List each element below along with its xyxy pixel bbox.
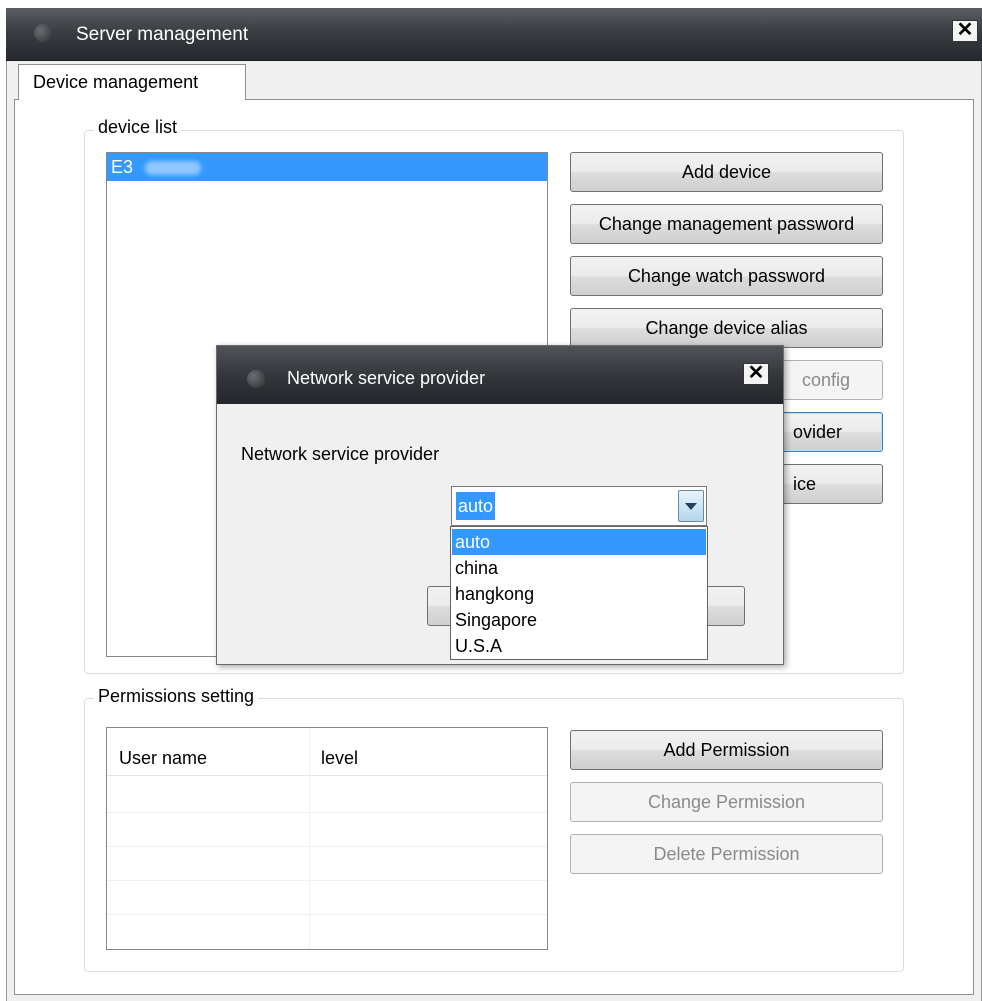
provider-option-hangkong[interactable]: hangkong [452, 581, 706, 607]
provider-option-singapore[interactable]: Singapore [452, 607, 706, 633]
change-watch-password-button[interactable]: Change watch password [570, 256, 883, 296]
close-icon[interactable]: ✕ [952, 20, 978, 42]
device-list-item-label: E3 [111, 157, 134, 177]
dialog-title: Network service provider [287, 368, 486, 388]
provider-option-china[interactable]: china [452, 555, 706, 581]
app-icon [34, 24, 52, 42]
permissions-group-label: Permissions setting [94, 686, 259, 707]
change-device-alias-button[interactable]: Change device alias [570, 308, 883, 348]
device-name-redaction [145, 161, 201, 175]
provider-option-usa[interactable]: U.S.A [452, 633, 706, 659]
dialog-app-icon [247, 370, 265, 388]
column-header-level[interactable]: level [309, 728, 547, 776]
add-permission-button[interactable]: Add Permission [570, 730, 883, 770]
add-device-button[interactable]: Add device [570, 152, 883, 192]
permissions-table[interactable]: User name level [106, 727, 548, 950]
tab-device-management[interactable]: Device management [18, 64, 246, 100]
provider-select[interactable]: auto [451, 486, 707, 526]
provider-dropdown-list[interactable]: auto china hangkong Singapore U.S.A [450, 526, 708, 660]
column-divider [309, 728, 310, 949]
row-divider [107, 880, 547, 881]
permissions-table-header: User name level [107, 728, 547, 776]
row-divider [107, 812, 547, 813]
column-header-user-name[interactable]: User name [107, 728, 309, 776]
provider-field-label: Network service provider [241, 444, 440, 464]
row-divider [107, 846, 547, 847]
provider-select-value: auto [456, 492, 496, 520]
device-list-item[interactable]: E3 [107, 153, 547, 181]
change-management-password-button[interactable]: Change management password [570, 204, 883, 244]
cancel-button[interactable] [703, 586, 745, 626]
change-permission-button[interactable]: Change Permission [570, 782, 883, 822]
delete-permission-button[interactable]: Delete Permission [570, 834, 883, 874]
provider-option-auto[interactable]: auto [452, 529, 706, 555]
device-list-group-label: device list [94, 117, 182, 138]
dialog-close-icon[interactable]: ✕ [743, 363, 769, 385]
chevron-down-icon[interactable] [678, 490, 704, 522]
dialog-titlebar: Network service provider [217, 346, 783, 404]
row-divider [107, 914, 547, 915]
window-title: Server management [76, 24, 249, 45]
main-titlebar: Server management [6, 8, 982, 61]
